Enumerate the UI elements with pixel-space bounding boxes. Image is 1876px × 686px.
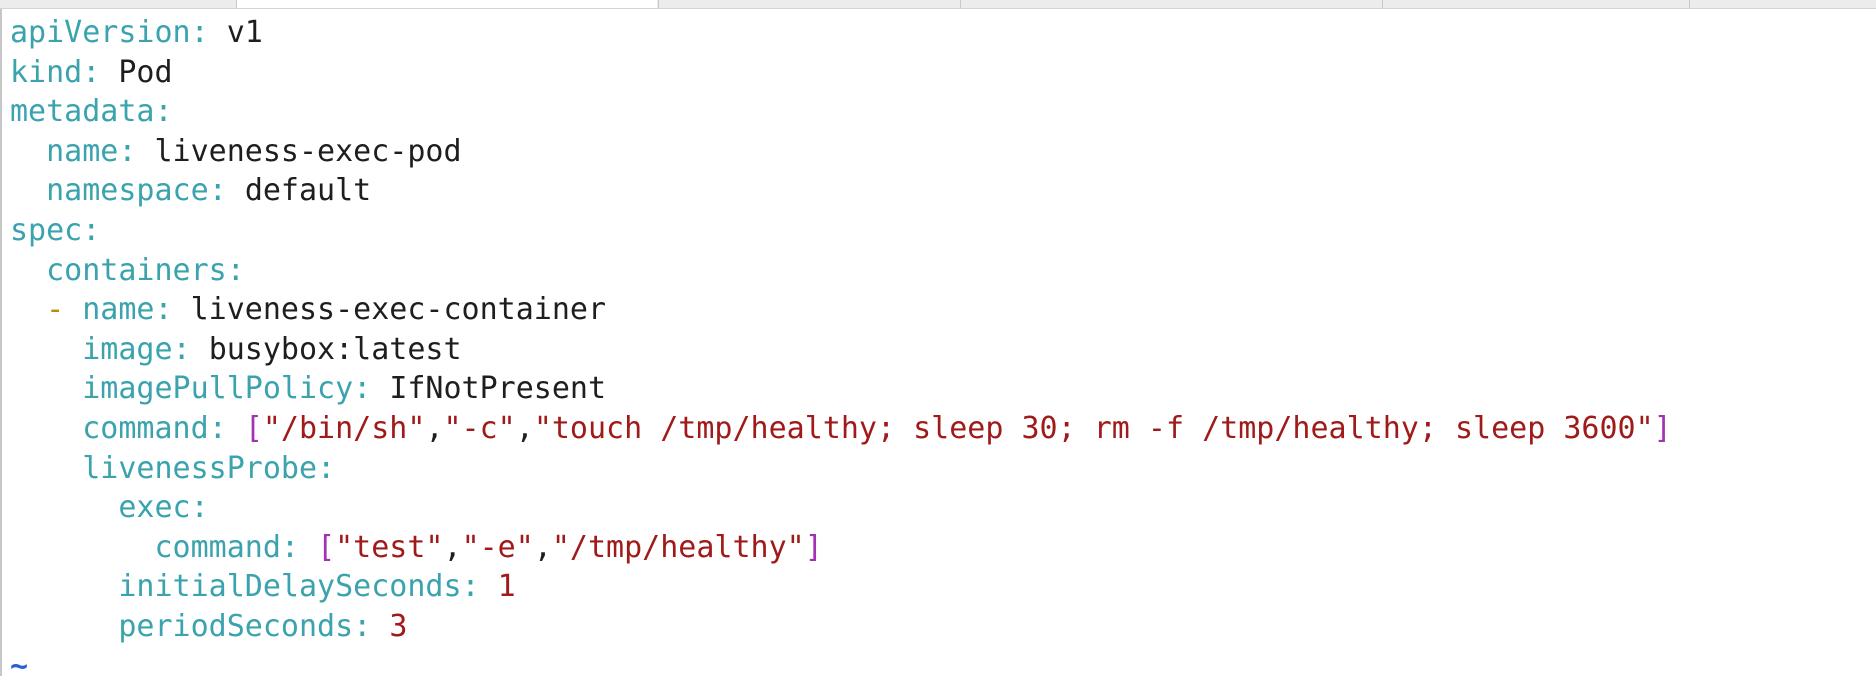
- yaml-number: 3: [389, 609, 407, 644]
- empty-line-marker: ~: [10, 647, 1672, 686]
- yaml-key: command: [155, 530, 281, 565]
- yaml-string: "/bin/sh": [263, 411, 426, 446]
- tab[interactable]: [658, 0, 959, 8]
- indent: [10, 569, 118, 604]
- code-line-namespace: namespace: default: [10, 171, 1672, 211]
- yaml-list-dash: -: [46, 292, 64, 327]
- code-line-spec: spec:: [10, 211, 1672, 251]
- yaml-comma: ,: [534, 530, 552, 565]
- yaml-colon: :: [353, 609, 389, 644]
- yaml-key: metadata: [10, 94, 155, 129]
- code-line-metadata: metadata:: [10, 92, 1672, 132]
- yaml-key: initialDelaySeconds: [118, 569, 461, 604]
- yaml-key: kind: [10, 55, 82, 90]
- yaml-comma: ,: [444, 530, 462, 565]
- yaml-key: namespace: [46, 173, 209, 208]
- indent: [10, 173, 46, 208]
- indent: [10, 292, 46, 327]
- yaml-colon: :: [118, 134, 154, 169]
- yaml-value: busybox:latest: [209, 332, 462, 367]
- code-line-livenessprobe: livenessProbe:: [10, 449, 1672, 489]
- yaml-colon: :: [227, 253, 245, 288]
- yaml-key: exec: [118, 490, 190, 525]
- yaml-value: default: [245, 173, 371, 208]
- code-line-container-name: - name: liveness-exec-container: [10, 290, 1672, 330]
- yaml-colon: :: [317, 451, 335, 486]
- code-block: apiVersion: v1 kind: Pod metadata: name:…: [10, 13, 1672, 686]
- code-line-image: image: busybox:latest: [10, 330, 1672, 370]
- yaml-string: "test": [335, 530, 443, 565]
- tab[interactable]: [1382, 0, 1688, 8]
- yaml-key: image: [82, 332, 172, 367]
- yaml-comma: ,: [425, 411, 443, 446]
- yaml-value: Pod: [118, 55, 172, 90]
- yaml-key: livenessProbe: [82, 451, 317, 486]
- indent: [10, 134, 46, 169]
- yaml-number: 1: [498, 569, 516, 604]
- indent: [10, 332, 82, 367]
- indent: [10, 451, 82, 486]
- tab[interactable]: [960, 0, 1381, 8]
- yaml-key: name: [82, 292, 154, 327]
- indent: [10, 253, 46, 288]
- tilde-marker: ~: [10, 649, 28, 684]
- yaml-colon: :: [353, 371, 389, 406]
- code-line-periodseconds: periodSeconds: 3: [10, 607, 1672, 647]
- yaml-string: "-c": [444, 411, 516, 446]
- yaml-string: "-e": [462, 530, 534, 565]
- code-line-apiversion: apiVersion: v1: [10, 13, 1672, 53]
- yaml-key: command: [82, 411, 208, 446]
- indent: [64, 292, 82, 327]
- yaml-colon: :: [191, 15, 227, 50]
- tab-active[interactable]: [236, 0, 657, 8]
- text-editor[interactable]: apiVersion: v1 kind: Pod metadata: name:…: [0, 9, 1876, 676]
- indent: [10, 411, 82, 446]
- yaml-string: "touch /tmp/healthy; sleep 30; rm -f /tm…: [534, 411, 1654, 446]
- yaml-colon: :: [173, 332, 209, 367]
- code-line-containers: containers:: [10, 251, 1672, 291]
- yaml-close-bracket: ]: [1654, 411, 1672, 446]
- yaml-key: name: [46, 134, 118, 169]
- indent: [10, 530, 155, 565]
- yaml-colon: :: [209, 411, 245, 446]
- yaml-key: containers: [46, 253, 227, 288]
- indent: [10, 490, 118, 525]
- yaml-key: spec: [10, 213, 82, 248]
- yaml-colon: :: [281, 530, 317, 565]
- code-line-initialdelayseconds: initialDelaySeconds: 1: [10, 567, 1672, 607]
- code-line-kind: kind: Pod: [10, 53, 1672, 93]
- indent: [10, 371, 82, 406]
- indent: [10, 609, 118, 644]
- code-line-exec: exec:: [10, 488, 1672, 528]
- yaml-value: v1: [227, 15, 263, 50]
- yaml-string: "/tmp/healthy": [552, 530, 805, 565]
- yaml-value: liveness-exec-pod: [155, 134, 462, 169]
- code-line-probe-command: command: ["test","-e","/tmp/healthy"]: [10, 528, 1672, 568]
- yaml-colon: :: [462, 569, 498, 604]
- yaml-key: periodSeconds: [118, 609, 353, 644]
- yaml-colon: :: [82, 213, 100, 248]
- yaml-colon: :: [82, 55, 118, 90]
- yaml-value: IfNotPresent: [389, 371, 606, 406]
- yaml-colon: :: [155, 292, 191, 327]
- yaml-close-bracket: ]: [805, 530, 823, 565]
- yaml-colon: :: [155, 94, 173, 129]
- yaml-key: apiVersion: [10, 15, 191, 50]
- yaml-colon: :: [209, 173, 245, 208]
- yaml-open-bracket: [: [317, 530, 335, 565]
- yaml-colon: :: [191, 490, 209, 525]
- yaml-key: imagePullPolicy: [82, 371, 353, 406]
- code-line-name: name: liveness-exec-pod: [10, 132, 1672, 172]
- yaml-open-bracket: [: [245, 411, 263, 446]
- yaml-value: liveness-exec-container: [191, 292, 606, 327]
- code-line-imagepullpolicy: imagePullPolicy: IfNotPresent: [10, 369, 1672, 409]
- code-line-command: command: ["/bin/sh","-c","touch /tmp/hea…: [10, 409, 1672, 449]
- yaml-comma: ,: [516, 411, 534, 446]
- tab-bar: [0, 0, 1876, 9]
- tab[interactable]: [1689, 0, 1876, 8]
